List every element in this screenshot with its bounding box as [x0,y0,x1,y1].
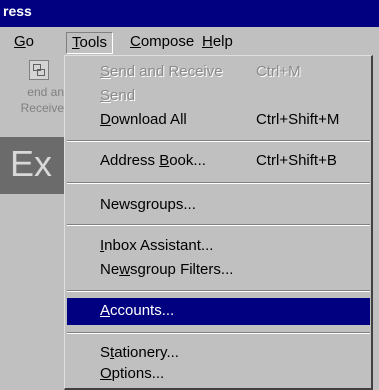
menu-item-address-book[interactable]: Address Book... Ctrl+Shift+B [67,148,370,175]
menu-item-options[interactable]: Options... [67,361,370,388]
menu-separator [67,224,370,226]
shortcut-ctrl-m: Ctrl+M [256,63,301,80]
menu-item-newsgroups[interactable]: Newsgroups... [67,192,370,219]
toolbar-label-line2: Receive [20,101,64,115]
menu-item-inbox-assistant[interactable]: Inbox Assistant... [67,233,370,260]
menu-item-accounts[interactable]: Accounts... [67,298,370,325]
menu-go[interactable]: Go [9,32,39,54]
title-bar: ress [0,0,379,27]
shortcut-ctrl-shift-m: Ctrl+Shift+M [256,111,340,128]
toolbar-label-line1: end an [27,85,64,99]
menu-separator [67,182,370,184]
menu-item-newsgroup-filters[interactable]: Newsgroup Filters... [67,257,370,284]
send-receive-icon[interactable] [29,60,49,80]
menu-bar: Go Tools Compose Help [0,27,379,57]
window-content-area [0,194,64,390]
shortcut-ctrl-shift-b: Ctrl+Shift+B [256,152,337,169]
menu-item-download-all[interactable]: Download All Ctrl+Shift+M [67,107,370,134]
tools-menu: Send and Receive Ctrl+M Send Download Al… [64,55,373,390]
menu-item-send[interactable]: Send [67,83,370,110]
window-title: ress [3,3,32,19]
menu-help[interactable]: Help [197,32,238,54]
menu-item-send-and-receive[interactable]: Send and Receive Ctrl+M [67,59,370,86]
menu-separator [67,140,370,142]
menu-separator [67,332,370,334]
menu-compose[interactable]: Compose [125,32,199,54]
banner-text: Ex [10,143,53,184]
menu-separator [67,290,370,292]
menu-tools[interactable]: Tools [66,32,114,54]
outlook-express-banner: Ex [0,137,64,194]
